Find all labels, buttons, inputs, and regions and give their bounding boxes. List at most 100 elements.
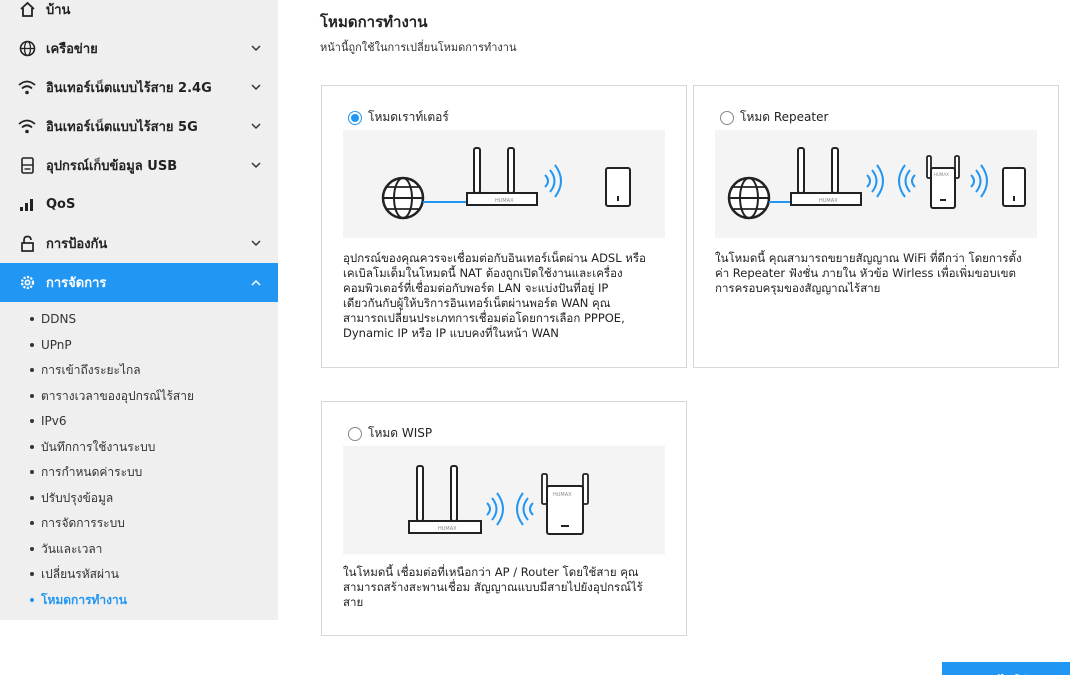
router-mode-option[interactable]: โหมดเราท์เตอร์ — [348, 108, 449, 127]
bullet-icon — [30, 547, 34, 551]
sidebar-item-management[interactable]: การจัดการ — [0, 263, 278, 302]
chevron-down-icon — [250, 121, 262, 133]
bullet-icon — [30, 343, 34, 347]
wifi-signal-icon — [898, 164, 916, 198]
sidebar-item-home[interactable]: บ้าน — [0, 0, 278, 29]
sidebar-footer-space — [0, 620, 278, 675]
router-mode-description: อุปกรณ์ของคุณควรจะเชื่อมต่อกับอินเทอร์เน… — [343, 251, 673, 341]
submenu-item-label: IPv6 — [41, 414, 67, 428]
wifi-icon — [18, 118, 36, 136]
submenu-item-change-password[interactable]: เปลี่ยนรหัสผ่าน — [30, 564, 119, 584]
submenu-item-label: บันทึกการใช้งานระบบ — [41, 439, 156, 454]
bullet-icon — [30, 521, 34, 525]
submenu-item-update[interactable]: ปรับปรุงข้อมูล — [30, 488, 113, 508]
brand-label: HUMAX — [819, 198, 838, 204]
router-icon: HUMAX — [790, 147, 862, 206]
description-line: ในโหมดนี้ เชื่อมต่อที่เหนือกว่า AP / Rou… — [343, 565, 639, 579]
submenu-item-label: ปรับปรุงข้อมูล — [41, 490, 114, 505]
bullet-icon — [30, 572, 34, 576]
submenu-item-label: โหมดการทำงาน — [41, 592, 127, 607]
submenu-item-operation-mode[interactable]: โหมดการทำงาน — [30, 590, 127, 610]
bullet-icon — [30, 419, 34, 423]
submenu-item-remote-access[interactable]: การเข้าถึงระยะไกล — [30, 360, 141, 380]
brand-label: HUMAX — [934, 172, 949, 177]
chevron-down-icon — [250, 160, 262, 172]
wisp-mode-illustration: HUMAX HUMAX — [343, 446, 665, 554]
router-mode-illustration: HUMAX — [343, 130, 665, 238]
bullet-icon — [30, 368, 34, 372]
sidebar-item-wifi-5g[interactable]: อินเทอร์เน็ตแบบไร้สาย 5G — [0, 107, 278, 146]
submenu-item-upnp[interactable]: UPnP — [30, 335, 72, 355]
repeater-mode-radio[interactable] — [720, 110, 734, 125]
submenu-item-label: การกำหนดค่าระบบ — [41, 464, 143, 479]
sidebar-item-network[interactable]: เครือข่าย — [0, 29, 278, 68]
sidebar-item-wifi-24g[interactable]: อินเทอร์เน็ตแบบไร้สาย 2.4G — [0, 68, 278, 107]
wifi-icon — [18, 79, 36, 97]
router-mode-radio[interactable] — [348, 110, 362, 125]
wifi-signal-icon — [516, 492, 534, 526]
sidebar-item-usb-storage[interactable]: อุปกรณ์เก็บข้อมูล USB — [0, 146, 278, 185]
bullet-icon — [30, 598, 34, 602]
wifi-signal-icon — [970, 164, 988, 198]
submenu-item-label: ตารางเวลาของอุปกรณ์ไร้สาย — [41, 388, 195, 403]
repeater-mode-description: ในโหมดนี้ คุณสามารถขยายสัญญาณ WiFi ที่ดี… — [715, 251, 1045, 296]
phone-icon — [605, 167, 631, 207]
sidebar: บ้าน เครือข่าย อินเทอร์เน็ตแบบไร้สาย 2.4… — [0, 0, 278, 675]
description-line: ค่า Repeater ฟังชั่น ภายใน หัวข้อ Wirles… — [715, 266, 1016, 280]
sidebar-item-label: เครือข่าย — [46, 42, 98, 57]
repeater-mode-option[interactable]: โหมด Repeater — [720, 108, 828, 127]
mode-card-wisp: โหมด WISP HUMAX HUMAX ในโหมดนี้ เชื่อมต่… — [321, 401, 687, 636]
router-icon: HUMAX — [408, 465, 482, 534]
lock-icon — [18, 235, 36, 253]
description-line: คอมพิวเตอร์ที่เชื่อมต่อกับพอร์ต LAN จะแบ… — [343, 281, 609, 295]
repeater-icon: HUMAX — [926, 155, 960, 209]
submenu-item-system-log[interactable]: บันทึกการใช้งานระบบ — [30, 437, 155, 457]
globe-icon — [18, 40, 36, 58]
router-icon: HUMAX — [466, 147, 538, 206]
sidebar-item-label: อุปกรณ์เก็บข้อมูล USB — [46, 159, 178, 174]
apply-button[interactable]: นำไปใช้ — [942, 662, 1070, 675]
description-line: ในโหมดนี้ คุณสามารถขยายสัญญาณ WiFi ที่ดี… — [715, 251, 1022, 265]
chevron-down-icon — [250, 43, 262, 55]
submenu-item-system-management[interactable]: การจัดการระบบ — [30, 513, 125, 533]
wisp-mode-radio[interactable] — [348, 426, 362, 441]
bar-chart-icon — [18, 196, 36, 214]
mode-card-router: โหมดเราท์เตอร์ HUMAX อุปกรณ์ของคุณควรจะเ… — [321, 85, 687, 368]
globe-icon — [381, 176, 425, 220]
sidebar-item-label: การป้องกัน — [46, 237, 108, 252]
submenu-item-label: เปลี่ยนรหัสผ่าน — [41, 566, 119, 581]
storage-icon — [18, 157, 36, 175]
submenu-item-wireless-schedule[interactable]: ตารางเวลาของอุปกรณ์ไร้สาย — [30, 386, 194, 406]
wifi-signal-icon — [544, 164, 562, 198]
page-description: หน้านี้ถูกใช้ในการเปลี่ยนโหมดการทำงาน — [320, 41, 517, 54]
submenu-item-date-time[interactable]: วันและเวลา — [30, 539, 102, 559]
home-icon — [18, 1, 36, 19]
brand-label: HUMAX — [438, 526, 457, 532]
submenu-item-label: การจัดการระบบ — [41, 515, 125, 530]
page-title: โหมดการทำงาน — [320, 13, 428, 31]
description-line: เดียวกันกับผู้ให้บริการอินเทอร์เน็ตผ่านพ… — [343, 296, 611, 310]
submenu-item-label: วันและเวลา — [41, 541, 103, 556]
app-root: บ้าน เครือข่าย อินเทอร์เน็ตแบบไร้สาย 2.4… — [0, 0, 1080, 675]
description-line: การครอบครุมของสัญญาณไร้สาย — [715, 281, 881, 295]
description-line: สามารถสร้างสะพานเชื่อม สัญญาณแบบมีสายไปย… — [343, 580, 643, 594]
submenu-item-label: UPnP — [41, 338, 72, 352]
wisp-mode-label: โหมด WISP — [368, 426, 433, 440]
sidebar-item-security[interactable]: การป้องกัน — [0, 224, 278, 263]
description-line: สาย — [343, 595, 364, 609]
wifi-signal-icon — [866, 164, 884, 198]
sidebar-item-label: การจัดการ — [46, 276, 107, 291]
sidebar-item-qos[interactable]: QoS — [0, 185, 278, 224]
description-line: อุปกรณ์ของคุณควรจะเชื่อมต่อกับอินเทอร์เน… — [343, 251, 646, 265]
wisp-mode-option[interactable]: โหมด WISP — [348, 424, 432, 443]
phone-icon — [1002, 167, 1026, 207]
repeater-mode-label: โหมด Repeater — [740, 110, 829, 124]
sidebar-item-label: อินเทอร์เน็ตแบบไร้สาย 5G — [46, 120, 198, 135]
gear-icon — [18, 274, 36, 292]
submenu-item-ddns[interactable]: DDNS — [30, 309, 76, 329]
submenu-item-system-config[interactable]: การกำหนดค่าระบบ — [30, 462, 142, 482]
bullet-icon — [30, 317, 34, 321]
submenu-item-ipv6[interactable]: IPv6 — [30, 411, 67, 431]
wifi-signal-icon — [486, 492, 504, 526]
chevron-up-icon — [250, 277, 262, 289]
